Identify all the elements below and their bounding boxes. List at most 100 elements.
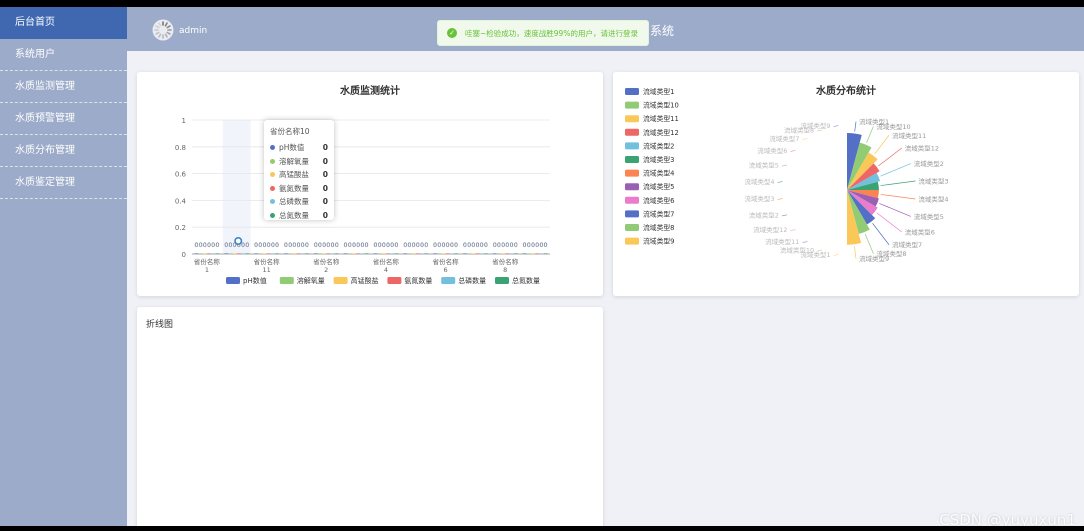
bar <box>437 253 442 254</box>
bar <box>475 253 480 254</box>
slice-label: 流域类型2 <box>914 159 944 168</box>
bar <box>416 253 420 254</box>
hover-band <box>222 120 251 254</box>
bar-value-label: 0 <box>544 242 548 249</box>
line-chart-card: 折线图 <box>137 307 603 526</box>
bar <box>382 253 386 254</box>
sidebar-item-distribution[interactable]: 水质分布管理 <box>0 135 127 167</box>
label-leader-line <box>878 147 902 167</box>
legend-label: 流域类型7 <box>643 209 675 218</box>
avatar[interactable] <box>152 19 174 41</box>
bar <box>505 253 510 254</box>
mirrored-slice-label: 流域类型5 <box>749 161 779 170</box>
bar <box>330 253 335 254</box>
x-tick-label: 4 <box>384 266 388 274</box>
label-leader-line <box>864 233 874 254</box>
tooltip-series-value: 0 <box>322 197 328 207</box>
bar <box>262 253 267 254</box>
tooltip-title: 省份名称10 <box>270 127 310 136</box>
bar <box>275 253 279 254</box>
legend-label: 流域类型6 <box>643 196 675 205</box>
label-leader-line <box>777 181 783 183</box>
tooltip-row: 总磷数量 0 <box>270 195 328 209</box>
legend-swatch <box>625 183 639 191</box>
label-leader-line <box>790 150 796 152</box>
y-tick-label: 0.4 <box>175 197 187 205</box>
bar <box>445 253 450 254</box>
bar <box>497 253 501 254</box>
bar <box>215 253 220 254</box>
bar-value-label: 0 <box>454 242 458 249</box>
user-name[interactable]: admin <box>179 26 207 36</box>
x-tick-label: 1 <box>205 266 209 274</box>
sidebar-item-monitoring[interactable]: 水质监测管理 <box>0 71 127 103</box>
legend-label: 氨氮数量 <box>404 276 432 285</box>
bar <box>403 253 408 254</box>
line-chart-label: 折线图 <box>146 320 174 330</box>
bar-value-label: 0 <box>365 242 369 249</box>
tooltip-series-value: 0 <box>322 170 328 180</box>
label-leader-line <box>866 126 874 143</box>
bar <box>471 253 476 254</box>
bar <box>313 253 318 254</box>
bar <box>522 253 527 254</box>
slice-label: 流域类型6 <box>905 228 935 237</box>
bar-value-label: 0 <box>484 242 488 249</box>
monitor-bar-chart[interactable]: 00.20.40.60.810 0 0 0 0 0 0 0 0 0 0 0 0 0 0 0 0 0 0 0 0 0 0 0 0 0… <box>137 72 603 296</box>
legend-swatch <box>279 277 294 284</box>
bar <box>433 253 437 254</box>
legend-swatch <box>387 277 402 284</box>
legend-swatch <box>625 142 639 150</box>
tooltip-series-name: 高锰酸盐 <box>279 170 309 180</box>
bar <box>296 253 301 254</box>
legend-label: 流域类型2 <box>643 141 675 150</box>
legend-swatch <box>625 115 639 123</box>
legend-label: 流域类型12 <box>643 128 679 137</box>
mirrored-slice-label: 流域类型11 <box>765 237 799 246</box>
sidebar-item-users[interactable]: 系统用户 <box>0 39 127 71</box>
bar <box>194 253 199 254</box>
label-leader-line <box>876 212 902 233</box>
bar <box>288 253 292 254</box>
label-leader-line <box>854 246 857 259</box>
sidebar-item-warning[interactable]: 水质预警管理 <box>0 103 127 135</box>
x-tick-label: 11 <box>262 266 270 274</box>
series-dot-icon <box>270 199 275 205</box>
y-tick-label: 1 <box>182 117 186 125</box>
bar <box>411 253 416 254</box>
legend-swatch <box>625 128 639 136</box>
bar <box>479 253 484 254</box>
mirrored-slice-label: 流域类型3 <box>744 194 774 203</box>
bar <box>467 253 471 254</box>
bar <box>484 253 488 254</box>
legend-swatch <box>625 224 639 231</box>
label-leader-line <box>854 121 857 132</box>
y-tick-label: 0.2 <box>175 224 186 232</box>
bar-value-label: 0 <box>216 242 220 249</box>
bar <box>386 253 390 254</box>
label-leader-line <box>880 163 911 177</box>
bar <box>543 253 548 254</box>
label-leader-line <box>872 223 890 245</box>
x-tick-label: 省份名称 <box>492 257 519 266</box>
legend-label: 溶解氧量 <box>297 276 325 285</box>
y-tick-label: 0.8 <box>175 144 186 152</box>
sidebar-item-home[interactable]: 后台首页 <box>0 7 127 39</box>
bar-value-label: 0 <box>275 242 279 249</box>
monitor-chart-title: 水质监测统计 <box>340 86 400 97</box>
label-leader-line <box>790 229 796 231</box>
label-leader-line <box>781 164 788 167</box>
bar <box>300 253 305 254</box>
mirrored-slice-label: 流域类型2 <box>749 210 779 219</box>
bar <box>390 253 395 254</box>
slice-label: 流域类型7 <box>892 240 922 249</box>
mirrored-slice-label: 流域类型1 <box>800 250 830 259</box>
loading-spinner-icon <box>152 19 174 41</box>
check-circle-icon: ✓ <box>447 28 457 38</box>
bar <box>454 253 458 254</box>
mirrored-slice-label: 流域类型12 <box>753 225 787 234</box>
sidebar-item-identification[interactable]: 水质鉴定管理 <box>0 167 127 199</box>
distribution-chart-title: 水质分布统计 <box>816 86 876 97</box>
mirrored-slice-label: 流域类型4 <box>744 177 774 186</box>
distribution-rose-chart[interactable]: 流域类型1 流域类型9 流域类型10 流域类型8 流域类型11 流域类型7 流域类型12 流域… <box>613 72 1079 296</box>
